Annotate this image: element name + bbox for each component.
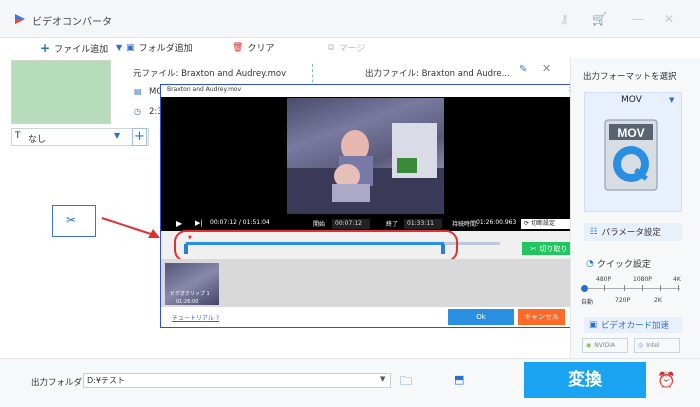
res-1080p[interactable]: 1080P bbox=[633, 276, 652, 283]
video-frame-illustration bbox=[287, 123, 444, 214]
source-file-label: 元ファイル: Braxton and Audrey.mov bbox=[133, 69, 287, 79]
format-heading: 出力フォーマットを選択 bbox=[583, 72, 677, 82]
chevron-down-icon: ▼ bbox=[669, 96, 675, 104]
ok-button[interactable]: Ok bbox=[448, 309, 514, 325]
mov-format-icon: MOV bbox=[604, 119, 658, 191]
scissors-icon: ✂ bbox=[66, 213, 77, 227]
merge-button[interactable]: ⧉ マージ bbox=[328, 41, 365, 55]
split-icon: ⟳ bbox=[524, 220, 531, 227]
gpu-acceleration: ▣ ビデオカード加速 bbox=[584, 317, 682, 333]
video-frame bbox=[287, 98, 444, 214]
cut-button[interactable]: ✂ 切り取り bbox=[522, 242, 576, 255]
trash-icon: 🗑 bbox=[232, 42, 244, 53]
tutorial-link[interactable]: チュートリアル ? bbox=[172, 313, 219, 322]
slider-tick bbox=[604, 285, 605, 291]
cart-icon[interactable]: 🛒 bbox=[592, 12, 607, 26]
clear-button[interactable]: 🗑 クリア bbox=[232, 41, 274, 55]
minimize-icon[interactable]: — bbox=[632, 12, 644, 26]
intel-toggle[interactable]: ◎ Intel bbox=[634, 338, 680, 353]
remove-file-icon[interactable]: ✕ bbox=[542, 62, 551, 75]
app-title: ビデオコンバータ bbox=[32, 17, 112, 28]
res-auto[interactable]: 自動 bbox=[581, 297, 593, 306]
highlight-annotation bbox=[174, 230, 458, 262]
next-frame-icon[interactable]: ▶| bbox=[195, 219, 203, 227]
end-time-input[interactable]: 01:33:11 bbox=[404, 219, 442, 229]
format-name: MOV bbox=[621, 95, 642, 105]
clip-list bbox=[161, 259, 579, 307]
open-folder-icon[interactable]: 🗀 bbox=[400, 372, 412, 393]
key-icon[interactable]: ⚷ bbox=[560, 12, 569, 26]
nvidia-toggle[interactable]: ◉ NVIDIA bbox=[582, 338, 628, 353]
dialog-footer bbox=[161, 307, 579, 327]
mov-icon-text: MOV bbox=[617, 126, 644, 140]
duration-value: 01:26:00.963 bbox=[476, 219, 517, 226]
duration-label: 持続時間: bbox=[452, 221, 479, 228]
speed-icon: ◔ bbox=[586, 258, 594, 269]
clip-label: ビデオクリップ 1 bbox=[170, 291, 210, 297]
folder-icon: ▣ bbox=[126, 42, 135, 53]
res-720p[interactable]: 720P bbox=[615, 297, 630, 304]
clock-icon: ◷ bbox=[134, 107, 141, 116]
play-icon[interactable]: ▶ bbox=[176, 219, 182, 228]
output-file-label: 出力ファイル: Braxton and Audre... bbox=[365, 69, 510, 79]
add-folder-button[interactable]: ▼ ▣ フォルダ追加 bbox=[116, 41, 193, 55]
parameter-settings-button[interactable]: ☷ パラメータ設定 bbox=[584, 223, 682, 241]
slider-tick bbox=[678, 285, 679, 291]
alarm-clock-icon[interactable]: ⏰ bbox=[657, 371, 676, 389]
intel-icon: ◎ bbox=[638, 342, 644, 349]
video-thumbnail[interactable] bbox=[11, 60, 111, 124]
current-time: 00:07:12 / 01:51:04 bbox=[210, 219, 270, 226]
start-time-input[interactable]: 00:07:12 bbox=[332, 219, 370, 229]
file-icon: ▤ bbox=[134, 87, 142, 96]
close-icon[interactable]: ✕ bbox=[664, 12, 674, 26]
convert-button[interactable]: 変換 bbox=[524, 362, 646, 398]
gpu-icon: ▣ bbox=[589, 320, 598, 330]
slider-tick bbox=[660, 285, 661, 291]
dropdown-icon: ▼ bbox=[116, 43, 123, 52]
cancel-button[interactable]: キャンセル bbox=[518, 309, 565, 325]
slider-tick bbox=[642, 285, 643, 291]
chevron-down-icon: ▼ bbox=[114, 131, 121, 140]
text-icon: T bbox=[15, 131, 21, 141]
res-480p[interactable]: 480P bbox=[596, 276, 611, 283]
end-label: 終了 bbox=[386, 221, 399, 228]
subtitle-value: なし bbox=[28, 135, 47, 145]
clip-duration: 01:26:00 bbox=[176, 299, 199, 305]
merge-icon: ⧉ bbox=[328, 42, 335, 53]
quick-settings: ◔ クイック設定 bbox=[586, 258, 651, 271]
slider-knob[interactable] bbox=[581, 285, 588, 292]
slider-tick bbox=[624, 285, 625, 291]
nvidia-icon: ◉ bbox=[586, 342, 592, 349]
res-2k[interactable]: 2K bbox=[654, 297, 662, 304]
app-logo-icon bbox=[15, 14, 25, 24]
chevron-down-icon[interactable]: ▼ bbox=[380, 375, 385, 383]
add-subtitle-button[interactable]: + bbox=[132, 128, 147, 146]
dialog-title: Braxton and Audrey.mov bbox=[167, 86, 242, 93]
quality-slider[interactable] bbox=[585, 288, 680, 289]
start-label: 開始 bbox=[313, 221, 326, 228]
red-arrow-annotation bbox=[101, 217, 160, 238]
plus-icon: + bbox=[40, 41, 51, 55]
add-file-button[interactable]: + ファイル追加 bbox=[40, 41, 108, 55]
import-icon[interactable]: ⬒ bbox=[454, 373, 464, 386]
edit-icon[interactable]: ✎ bbox=[519, 64, 527, 75]
output-folder-input[interactable]: D:¥テスト bbox=[83, 373, 391, 388]
sliders-icon: ☷ bbox=[590, 227, 598, 237]
output-folder-label: 出力フォルダ： bbox=[31, 378, 91, 388]
scissors-icon: ✂ bbox=[530, 244, 537, 253]
split-setting-button[interactable]: ⟳ 切断設定 bbox=[521, 219, 576, 229]
res-4k[interactable]: 4K bbox=[673, 276, 681, 283]
